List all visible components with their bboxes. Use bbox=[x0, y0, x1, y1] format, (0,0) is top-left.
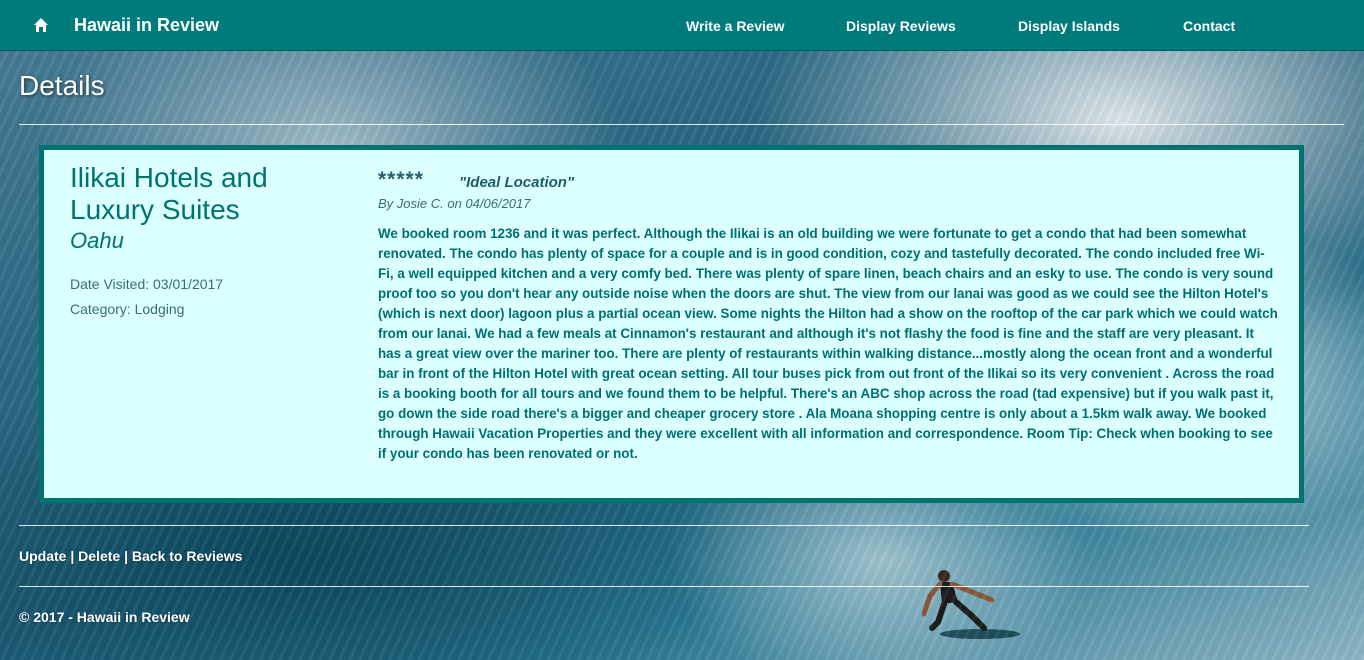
category-value: Lodging bbox=[134, 301, 185, 317]
star-rating: ***** bbox=[378, 168, 424, 191]
nav-write-review[interactable]: Write a Review bbox=[686, 18, 785, 34]
divider bbox=[19, 124, 1344, 125]
review-actions: Update | Delete | Back to Reviews bbox=[19, 548, 242, 564]
date-visited-label: Date Visited: bbox=[70, 276, 150, 292]
surfer-image bbox=[922, 570, 1020, 639]
page-title: Details bbox=[19, 70, 105, 101]
separator: | bbox=[70, 548, 75, 564]
home-icon[interactable] bbox=[33, 17, 49, 33]
review-detail-card: Ilikai Hotels and Luxury Suites Oahu Dat… bbox=[39, 145, 1304, 503]
nav-display-islands[interactable]: Display Islands bbox=[1018, 18, 1120, 34]
footer-copyright: © 2017 - Hawaii in Review bbox=[19, 609, 190, 625]
date-visited-value: 03/01/2017 bbox=[153, 276, 224, 292]
update-link[interactable]: Update bbox=[19, 548, 66, 564]
review-title: "Ideal Location" bbox=[459, 174, 575, 191]
nav-contact[interactable]: Contact bbox=[1183, 18, 1235, 34]
place-name: Ilikai Hotels and Luxury Suites bbox=[70, 162, 268, 225]
back-to-reviews-link[interactable]: Back to Reviews bbox=[132, 548, 243, 564]
divider bbox=[19, 586, 1309, 587]
separator: | bbox=[124, 548, 128, 564]
brand-link[interactable]: Hawaii in Review bbox=[74, 15, 219, 36]
review-body: We booked room 1236 and it was perfect. … bbox=[378, 226, 1278, 461]
island-name: Oahu bbox=[70, 228, 124, 253]
category-label: Category: bbox=[70, 301, 131, 317]
date-visited: Date Visited: 03/01/2017 bbox=[70, 276, 223, 292]
divider bbox=[19, 525, 1309, 526]
nav-display-reviews[interactable]: Display Reviews bbox=[846, 18, 956, 34]
delete-link[interactable]: Delete bbox=[78, 548, 120, 564]
review-byline: By Josie C. on 04/06/2017 bbox=[378, 196, 531, 211]
category: Category: Lodging bbox=[70, 301, 184, 317]
top-navbar: Hawaii in Review Write a Review Display … bbox=[0, 0, 1364, 51]
